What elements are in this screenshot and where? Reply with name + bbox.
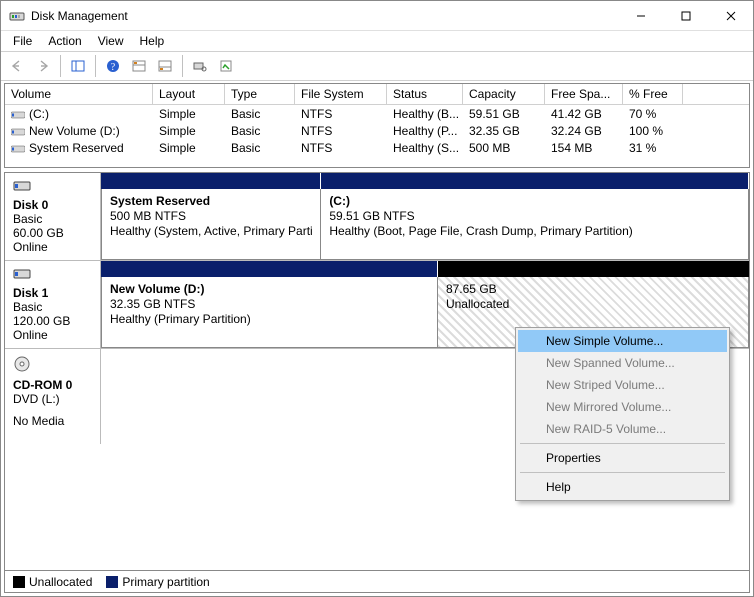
volume-list: Volume Layout Type File System Status Ca…: [4, 83, 750, 168]
ctx-new-mirrored-volume[interactable]: New Mirrored Volume...: [518, 396, 727, 418]
disk-icon: [13, 179, 31, 193]
partition-c[interactable]: (C:) 59.51 GB NTFS Healthy (Boot, Page F…: [321, 189, 749, 260]
ctx-new-striped-volume[interactable]: New Striped Volume...: [518, 374, 727, 396]
view-bottom-button[interactable]: [153, 54, 177, 78]
col-pctfree[interactable]: % Free: [623, 84, 683, 105]
disk-label[interactable]: Disk 1 Basic 120.00 GB Online: [5, 261, 101, 348]
back-button[interactable]: [5, 54, 29, 78]
disk-label[interactable]: Disk 0 Basic 60.00 GB Online: [5, 173, 101, 260]
partition-new-volume-d[interactable]: New Volume (D:) 32.35 GB NTFS Healthy (P…: [101, 277, 438, 348]
toolbar-sep: [60, 55, 61, 77]
forward-button[interactable]: [31, 54, 55, 78]
menu-action[interactable]: Action: [40, 32, 89, 50]
partition-bar-unallocated: [438, 261, 749, 277]
menubar: File Action View Help: [1, 31, 753, 51]
disk-graphical-view: Disk 0 Basic 60.00 GB Online System Rese…: [4, 172, 750, 571]
volume-list-header: Volume Layout Type File System Status Ca…: [5, 84, 749, 105]
volume-name: (C:): [29, 107, 49, 121]
cdrom-icon: [13, 355, 31, 373]
show-hide-tree-button[interactable]: [66, 54, 90, 78]
close-button[interactable]: [708, 1, 753, 30]
toolbar: ?: [1, 51, 753, 81]
legend-unallocated: Unallocated: [13, 575, 92, 589]
partition-bar-primary: [321, 173, 749, 189]
ctx-new-raid5-volume[interactable]: New RAID-5 Volume...: [518, 418, 727, 440]
partition-bar-primary: [101, 261, 438, 277]
col-volume[interactable]: Volume: [5, 84, 153, 105]
ctx-new-spanned-volume[interactable]: New Spanned Volume...: [518, 352, 727, 374]
svg-text:?: ?: [111, 62, 116, 73]
window-title: Disk Management: [31, 9, 618, 23]
legend-primary: Primary partition: [106, 575, 209, 589]
ctx-separator: [520, 443, 725, 444]
volume-row[interactable]: New Volume (D:) Simple Basic NTFS Health…: [5, 122, 749, 139]
view-top-button[interactable]: [127, 54, 151, 78]
volume-icon: [11, 143, 25, 153]
col-freespace[interactable]: Free Spa...: [545, 84, 623, 105]
ctx-properties[interactable]: Properties: [518, 447, 727, 469]
app-icon: [9, 8, 25, 24]
maximize-button[interactable]: [663, 1, 708, 30]
partition-bar-primary: [101, 173, 321, 189]
settings-button[interactable]: [188, 54, 212, 78]
col-capacity[interactable]: Capacity: [463, 84, 545, 105]
col-type[interactable]: Type: [225, 84, 295, 105]
ctx-help[interactable]: Help: [518, 476, 727, 498]
disk-icon: [13, 267, 31, 281]
disk-row: Disk 0 Basic 60.00 GB Online System Rese…: [5, 173, 749, 261]
volume-name: New Volume (D:): [29, 124, 120, 138]
properties-button[interactable]: [214, 54, 238, 78]
context-menu: New Simple Volume... New Spanned Volume.…: [515, 327, 730, 501]
menu-file[interactable]: File: [5, 32, 40, 50]
col-spacer: [683, 84, 749, 105]
volume-icon: [11, 126, 25, 136]
legend: Unallocated Primary partition: [4, 571, 750, 593]
ctx-new-simple-volume[interactable]: New Simple Volume...: [518, 330, 727, 352]
volume-row[interactable]: System Reserved Simple Basic NTFS Health…: [5, 139, 749, 156]
titlebar: Disk Management: [1, 1, 753, 31]
toolbar-sep: [182, 55, 183, 77]
menu-help[interactable]: Help: [132, 32, 173, 50]
toolbar-sep: [95, 55, 96, 77]
col-filesystem[interactable]: File System: [295, 84, 387, 105]
menu-view[interactable]: View: [90, 32, 132, 50]
volume-icon: [11, 109, 25, 119]
col-layout[interactable]: Layout: [153, 84, 225, 105]
partition-system-reserved[interactable]: System Reserved 500 MB NTFS Healthy (Sys…: [101, 189, 321, 260]
disk-label[interactable]: CD-ROM 0 DVD (L:) No Media: [5, 349, 101, 444]
help-button[interactable]: ?: [101, 54, 125, 78]
volume-row[interactable]: (C:) Simple Basic NTFS Healthy (B... 59.…: [5, 105, 749, 122]
minimize-button[interactable]: [618, 1, 663, 30]
ctx-separator: [520, 472, 725, 473]
col-status[interactable]: Status: [387, 84, 463, 105]
volume-name: System Reserved: [29, 141, 124, 155]
